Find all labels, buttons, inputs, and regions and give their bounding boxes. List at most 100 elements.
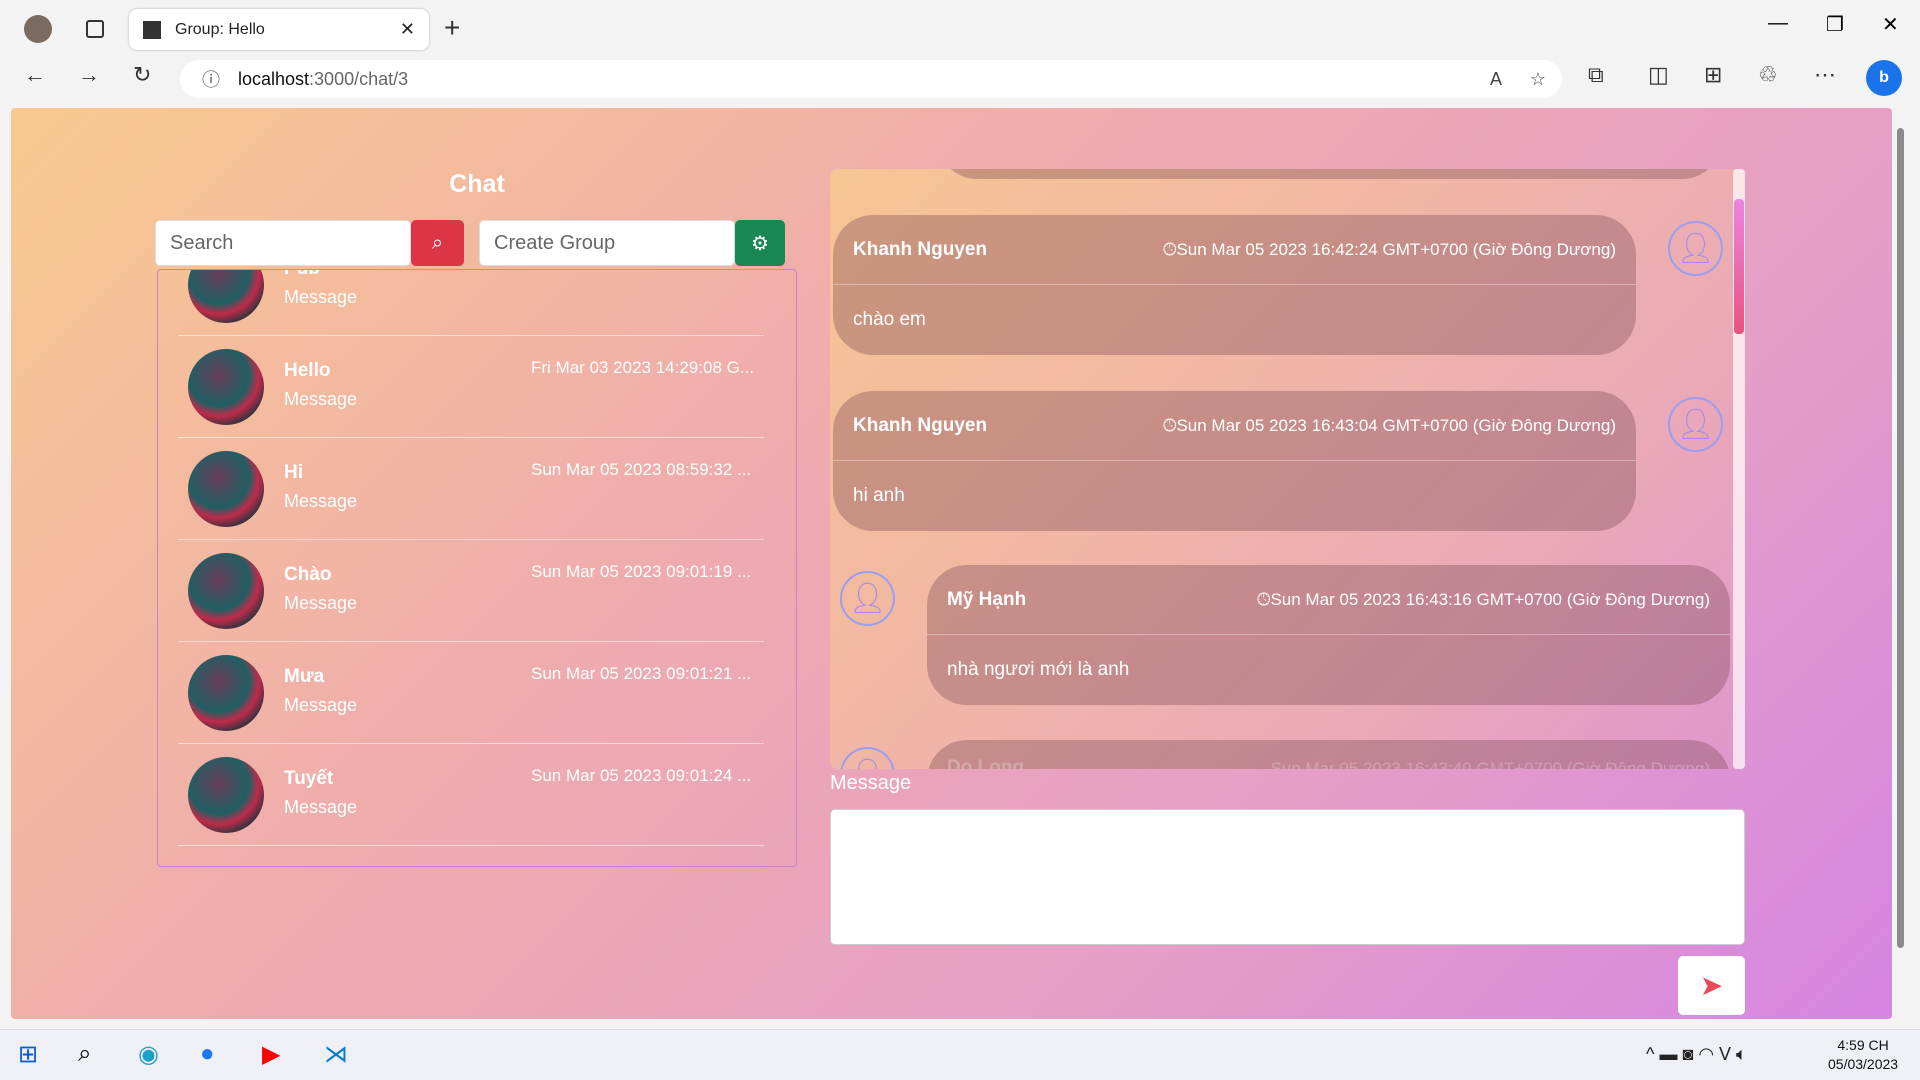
item-date: Sun Mar 05 2023 09:01:24 ... [531, 766, 752, 785]
user-avatar-icon: 👤︎ [840, 747, 895, 769]
tab-title: Group: Hello [175, 20, 265, 38]
address-bar[interactable]: ⓘ localhost:3000/chat/3 A ☆ [180, 60, 1562, 98]
message-time: Sun Mar 05 2023 16:43:16 GMT+0700 (Giờ Đ… [1270, 589, 1710, 609]
close-tab-icon[interactable]: ✕ [400, 19, 415, 40]
clock-icon: 🕓︎ [1256, 589, 1271, 609]
chat-list: Pub Message Hello Message Fri Mar 03 2023 1… [157, 269, 797, 867]
browser-tab[interactable]: Group: Hello ✕ [129, 9, 429, 50]
list-item[interactable]: Hi Message Sun Mar 05 2023 08:59:32 ... [178, 438, 764, 540]
list-item[interactable]: Mưa Message Sun Mar 05 2023 09:01:21 ... [178, 642, 764, 744]
item-name: Hello [284, 360, 331, 381]
windows-start-icon[interactable]: ⊞ [18, 1040, 38, 1069]
user-avatar-icon: 👤︎ [1668, 221, 1723, 276]
sender-name: Do Long [947, 757, 1025, 769]
message-bubble: Khanh Nguyen 🕓︎Sun Mar 05 2023 16:43:04 G… [833, 391, 1636, 531]
forward-icon[interactable]: → [78, 62, 100, 88]
avatar [188, 451, 264, 527]
url-host: localhost [238, 68, 310, 89]
user-avatar-icon: 👤︎ [840, 571, 895, 626]
sender-name: Khanh Nguyen [853, 238, 988, 260]
message-time: Sun Mar 05 2023 16:42:24 GMT+0700 (Giờ Đ… [1176, 239, 1616, 259]
item-name: Pub [284, 270, 320, 280]
youtube-icon[interactable]: ▶ [262, 1040, 280, 1069]
item-message: Message [284, 695, 358, 715]
new-tab-button[interactable]: + [444, 12, 460, 44]
url-path: :3000/chat/3 [309, 68, 409, 89]
chat-page: Chat Search ⌕ Create Group ⚙ Pub Message … [11, 108, 1892, 1019]
message-textarea[interactable] [830, 809, 1745, 945]
message-text: chào em [853, 309, 926, 330]
message-bubble-partial [937, 169, 1722, 179]
avatar [188, 553, 264, 629]
collections-icon[interactable]: ⊞ [1704, 62, 1722, 88]
search-taskbar-icon[interactable]: ⌕ [78, 1040, 91, 1068]
tab-actions-icon[interactable] [86, 20, 104, 38]
more-icon[interactable]: ⋯ [1814, 62, 1836, 88]
vscode-icon[interactable]: ⋊ [324, 1040, 348, 1069]
search-icon: ⌕ [431, 231, 444, 254]
sidebar-title: Chat [449, 170, 505, 198]
message-label: Message [830, 772, 912, 794]
item-message: Message [284, 797, 358, 817]
clock-icon: 🕓︎ [1162, 239, 1177, 259]
clock-date[interactable]: 05/03/2023 [1828, 1055, 1898, 1074]
sender-name: Khanh Nguyen [853, 414, 988, 436]
info-icon[interactable]: ⓘ [202, 66, 220, 92]
user-avatar-icon: 👤︎ [1668, 397, 1723, 452]
chat-scrollbar[interactable] [1733, 169, 1745, 769]
send-button[interactable]: ➤ [1678, 956, 1745, 1015]
item-date: Fri Mar 03 2023 14:29:08 G... [531, 358, 755, 377]
read-aloud-icon[interactable]: A [1490, 69, 1502, 90]
split-screen-icon[interactable]: ◫ [1648, 62, 1669, 88]
message-bubble: Mỹ Hạnh 🕓︎Sun Mar 05 2023 16:43:16 GMT+07… [927, 565, 1730, 705]
clock-time[interactable]: 4:59 CH [1828, 1036, 1898, 1055]
avatar [188, 270, 264, 323]
bing-icon[interactable]: b [1866, 60, 1902, 96]
avatar [188, 757, 264, 833]
settings-button[interactable]: ⚙ [735, 220, 785, 266]
search-button[interactable]: ⌕ [411, 220, 464, 266]
message-bubble: Khanh Nguyen 🕓︎Sun Mar 05 2023 16:42:24 G… [833, 215, 1636, 355]
performance-icon[interactable]: ♲ [1758, 62, 1778, 88]
system-tray-icons[interactable]: ^ ▬ ◙ ◠ V 🔈︎ [1646, 1044, 1747, 1065]
refresh-icon[interactable]: ↻ [133, 62, 151, 88]
message-time: Sun Mar 05 2023 16:43:40 GMT+0700 (Giờ Đ… [1270, 759, 1710, 769]
page-scrollbar[interactable] [1892, 108, 1910, 1019]
message-text: hi anh [853, 485, 905, 506]
edge-dev-icon[interactable]: ◉ [138, 1040, 159, 1069]
message-time: Sun Mar 05 2023 16:43:04 GMT+0700 (Giờ Đ… [1176, 415, 1616, 435]
minimize-button[interactable]: — [1768, 12, 1788, 35]
list-item[interactable]: Hello Message Fri Mar 03 2023 14:29:08 G..… [178, 336, 764, 438]
taskbar: ⊞ ⌕ ◉ ● ▶ ⋊ ^ ▬ ◙ ◠ V 🔈︎ 4:59 CH 05/03/2… [0, 1029, 1920, 1080]
extensions-icon[interactable]: ⧉ [1588, 62, 1604, 88]
item-message: Message [284, 593, 358, 613]
sender-name: Mỹ Hạnh [947, 588, 1027, 610]
tab-bar: Group: Hello ✕ + — ❐ ✕ [0, 0, 1920, 54]
item-message: Message [284, 287, 358, 307]
create-group-input[interactable]: Create Group [479, 220, 735, 266]
message-bubble: Do Long Sun Mar 05 2023 16:43:40 GMT+0700… [927, 740, 1730, 769]
list-item[interactable]: Tuyết Message Sun Mar 05 2023 09:01:24 ... [178, 744, 764, 846]
item-date: Sun Mar 05 2023 09:01:21 ... [531, 664, 752, 683]
clock-icon: 🕓︎ [1162, 415, 1177, 435]
maximize-button[interactable]: ❐ [1826, 12, 1844, 37]
facebook-icon[interactable]: ● [200, 1040, 215, 1068]
profile-avatar[interactable] [24, 15, 52, 43]
search-input[interactable]: Search [155, 220, 411, 266]
favorite-icon[interactable]: ☆ [1530, 69, 1546, 90]
message-area: Khanh Nguyen 🕓︎Sun Mar 05 2023 16:42:24 G… [830, 169, 1745, 769]
back-icon[interactable]: ← [24, 62, 46, 88]
paper-plane-icon: ➤ [1699, 970, 1724, 1001]
item-message: Message [284, 389, 358, 409]
favicon-icon [143, 20, 161, 39]
list-item[interactable]: Pub Message [178, 270, 764, 336]
avatar [188, 655, 264, 731]
item-message: Message [284, 491, 358, 511]
item-date: Sun Mar 05 2023 09:01:19 ... [531, 562, 752, 581]
item-date: Sun Mar 05 2023 08:59:32 ... [531, 460, 752, 479]
message-text: nhà ngươi mới là anh [947, 659, 1130, 680]
gear-icon: ⚙ [751, 232, 769, 255]
close-window-button[interactable]: ✕ [1882, 12, 1899, 37]
list-item[interactable]: Chào Message Sun Mar 05 2023 09:01:19 ... [178, 540, 764, 642]
avatar [188, 349, 264, 425]
